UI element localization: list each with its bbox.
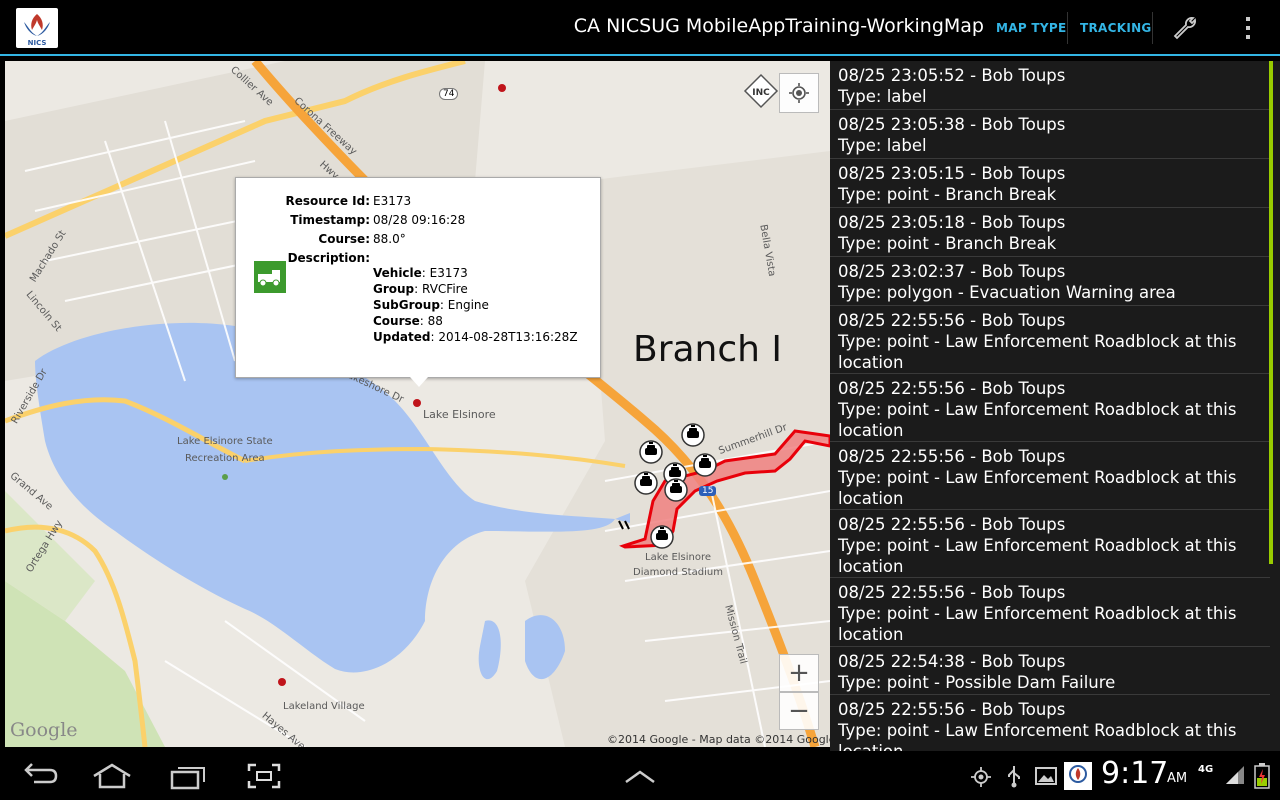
usb-icon <box>1004 764 1024 792</box>
updated-key: Updated <box>373 330 431 344</box>
resource-id-value: E3173 <box>373 194 412 208</box>
divider <box>1152 12 1153 44</box>
roadblock-marker-icon[interactable] <box>681 423 705 447</box>
list-item[interactable]: 08/25 23:02:37 - Bob Toups Type: polygon … <box>830 257 1270 306</box>
action-bar: NICS CA NICSUG MobileAppTraining-Working… <box>0 0 1280 56</box>
network-type: 4G <box>1198 764 1214 775</box>
nics-logo[interactable]: NICS <box>16 8 58 48</box>
timestamp-key: Timestamp: <box>290 213 370 227</box>
status-ampm: AM <box>1167 771 1188 786</box>
system-nav-bar <box>0 752 1280 800</box>
resource-info-window[interactable]: Resource Id: E3173 Timestamp: 08/28 09:1… <box>235 177 601 378</box>
subgroup-value: : Engine <box>439 298 489 312</box>
list-item[interactable]: 08/25 22:55:56 - Bob Toups Type: point - … <box>830 695 1270 751</box>
item-title: 08/25 22:55:56 - Bob Toups <box>838 700 1066 719</box>
item-title: 08/25 22:54:38 - Bob Toups <box>838 652 1066 671</box>
map-copyright: ©2014 Google - Map data ©2014 Google <box>607 733 830 746</box>
settings-wrench-icon[interactable] <box>1162 0 1208 56</box>
police-markers <box>618 423 717 549</box>
battery-icon <box>1254 762 1270 794</box>
gallery-icon <box>1034 766 1058 790</box>
signal-icon <box>1224 764 1246 790</box>
group-key: Group <box>373 282 415 296</box>
zoom-in-button[interactable]: + <box>779 654 819 692</box>
item-title: 08/25 22:55:56 - Bob Toups <box>838 447 1066 466</box>
roadblock-marker-icon[interactable] <box>650 525 674 549</box>
engine-vehicle-icon <box>254 261 286 293</box>
course2-value: : 88 <box>419 314 443 328</box>
nics-notification-icon <box>1064 762 1092 794</box>
google-logo: Google <box>10 719 78 741</box>
roadblock-marker-icon[interactable] <box>639 440 663 464</box>
roadblock-marker-icon[interactable] <box>664 478 688 502</box>
status-time: 9:17 <box>1101 756 1169 791</box>
item-type: Type: point - Branch Break <box>838 185 1057 204</box>
item-title: 08/25 22:55:56 - Bob Toups <box>838 311 1066 330</box>
item-type: Type: point - Law Enforcement Roadblock … <box>838 536 1237 576</box>
screenshot-icon[interactable] <box>246 762 282 794</box>
item-title: 08/25 23:05:18 - Bob Toups <box>838 213 1066 232</box>
list-item[interactable]: 08/25 22:55:56 - Bob Toups Type: point - … <box>830 306 1270 374</box>
overflow-menu-icon[interactable] <box>1230 0 1266 56</box>
item-type: Type: point - Law Enforcement Roadblock … <box>838 604 1237 644</box>
my-location-icon <box>789 83 809 103</box>
item-type: Type: label <box>838 136 927 155</box>
item-title: 08/25 23:05:38 - Bob Toups <box>838 115 1066 134</box>
list-item[interactable]: 08/25 22:55:56 - Bob Toups Type: point - … <box>830 578 1270 647</box>
vehicle-key: Vehicle <box>373 266 422 280</box>
item-type: Type: label <box>838 87 927 106</box>
roadblock-marker-icon[interactable] <box>693 453 717 477</box>
zoom-out-button[interactable]: − <box>779 692 819 730</box>
item-title: 08/25 23:05:52 - Bob Toups <box>838 66 1066 85</box>
list-item[interactable]: 08/25 22:55:56 - Bob Toups Type: point - … <box>830 510 1270 578</box>
item-title: 08/25 22:55:56 - Bob Toups <box>838 583 1066 602</box>
item-title: 08/25 23:05:15 - Bob Toups <box>838 164 1066 183</box>
map-view[interactable]: Collier Ave Corona Freeway Hwy Machado S… <box>5 61 830 747</box>
back-icon[interactable] <box>20 762 60 794</box>
home-icon[interactable] <box>90 762 134 794</box>
incident-button[interactable]: INC <box>743 73 779 109</box>
tracking-button[interactable]: TRACKING <box>1068 0 1164 56</box>
page-title: CA NICSUG MobileAppTraining-WorkingMap <box>573 15 984 37</box>
timestamp-value: 08/28 09:16:28 <box>373 213 466 227</box>
list-item[interactable]: 08/25 22:55:56 - Bob Toups Type: point - … <box>830 442 1270 510</box>
item-type: Type: point - Law Enforcement Roadblock … <box>838 468 1237 508</box>
list-item[interactable]: 08/25 22:55:56 - Bob Toups Type: point - … <box>830 374 1270 442</box>
item-type: Type: point - Possible Dam Failure <box>838 673 1116 692</box>
branch-break-icon <box>618 520 630 530</box>
roadblock-marker-icon[interactable] <box>634 471 658 495</box>
map-type-button[interactable]: MAP TYPE <box>984 0 1078 56</box>
resource-id-key: Resource Id: <box>285 194 370 208</box>
course2-key: Course <box>373 314 420 328</box>
logo-text: NICS <box>28 39 47 47</box>
list-item[interactable]: 08/25 22:54:38 - Bob Toups Type: point - … <box>830 647 1270 695</box>
my-location-button[interactable] <box>779 73 819 113</box>
item-title: 08/25 23:02:37 - Bob Toups <box>838 262 1066 281</box>
description-key: Description: <box>287 251 370 265</box>
recent-apps-icon[interactable] <box>168 762 208 794</box>
course-key: Course: <box>318 232 370 246</box>
chevron-up-icon[interactable] <box>622 766 658 790</box>
item-title: 08/25 22:55:56 - Bob Toups <box>838 515 1066 534</box>
gps-icon <box>970 766 992 792</box>
group-value: : RVCFire <box>414 282 468 296</box>
item-title: 08/25 22:55:56 - Bob Toups <box>838 379 1066 398</box>
list-item[interactable]: 08/25 23:05:15 - Bob Toups Type: point - … <box>830 159 1270 208</box>
info-window-tail <box>410 377 428 387</box>
list-item[interactable]: 08/25 23:05:38 - Bob Toups Type: label <box>830 110 1270 159</box>
course-value: 88.0° <box>373 232 406 246</box>
inc-label: INC <box>752 88 770 98</box>
list-item[interactable]: 08/25 23:05:18 - Bob Toups Type: point - … <box>830 208 1270 257</box>
updated-value: : 2014-08-28T13:16:28Z <box>430 330 578 344</box>
vehicle-value: : E3173 <box>421 266 468 280</box>
item-type: Type: point - Law Enforcement Roadblock … <box>838 721 1237 751</box>
subgroup-key: SubGroup <box>373 298 440 312</box>
feature-feed-list[interactable]: 08/25 23:05:52 - Bob Toups Type: label 08… <box>830 61 1280 751</box>
feed-scrollbar[interactable] <box>1269 61 1273 564</box>
item-type: Type: point - Branch Break <box>838 234 1057 253</box>
item-type: Type: polygon - Evacuation Warning area <box>838 283 1176 302</box>
list-item[interactable]: 08/25 23:05:52 - Bob Toups Type: label <box>830 61 1270 110</box>
item-type: Type: point - Law Enforcement Roadblock … <box>838 400 1237 440</box>
item-type: Type: point - Law Enforcement Roadblock … <box>838 332 1237 372</box>
